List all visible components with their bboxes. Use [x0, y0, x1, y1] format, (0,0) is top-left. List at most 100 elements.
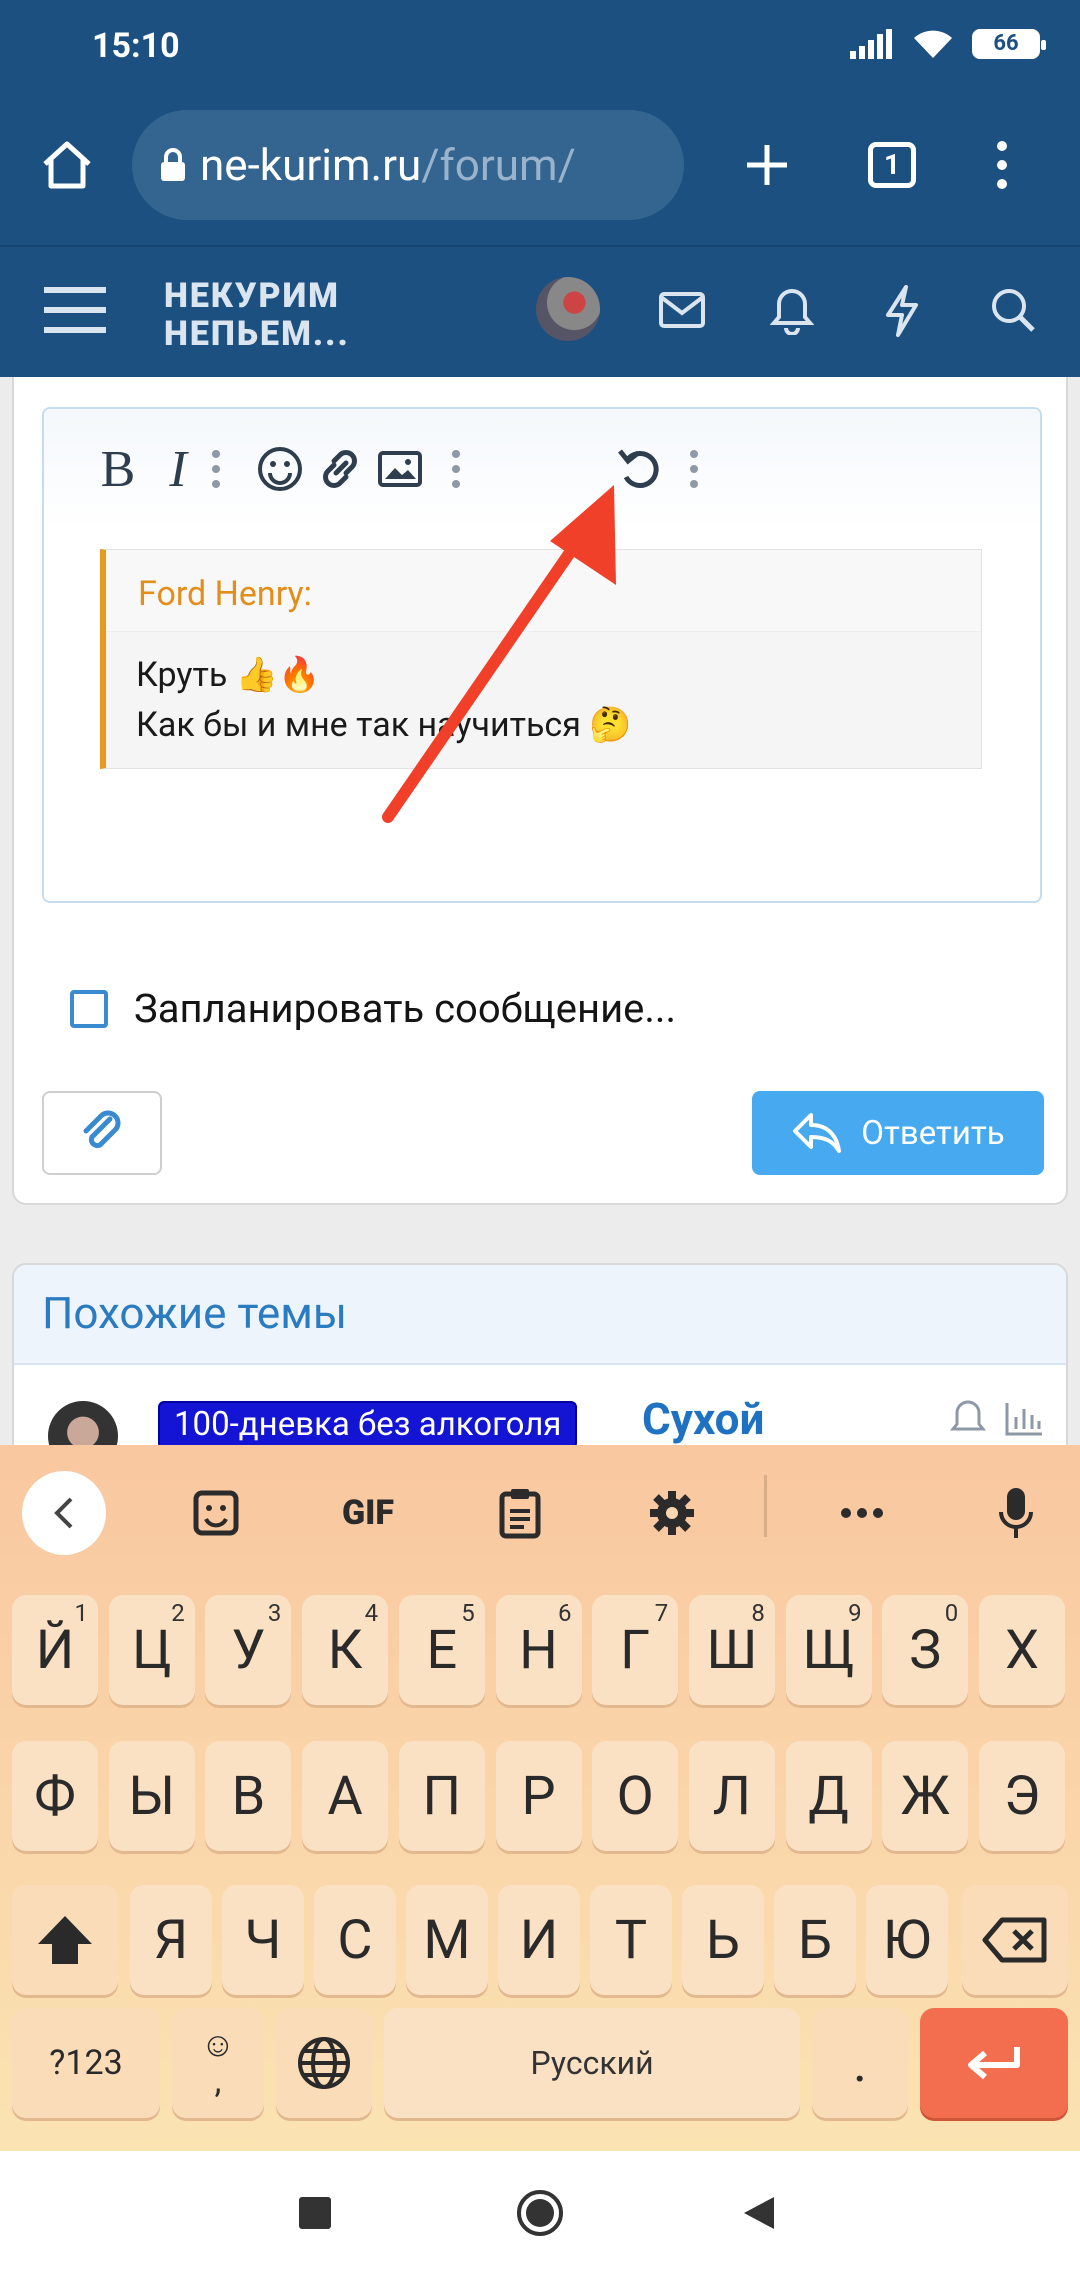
sticker-icon[interactable]	[184, 1481, 248, 1545]
key[interactable]: Ч	[222, 1885, 304, 1995]
gif-label: GIF	[341, 1493, 395, 1533]
lightning-icon[interactable]	[884, 285, 920, 337]
key-number-hint: 7	[654, 1599, 669, 1627]
schedule-label: Запланировать сообщение...	[134, 985, 677, 1032]
key[interactable]: Ю	[866, 1885, 948, 1995]
user-avatar[interactable]	[536, 277, 600, 341]
key-number-hint: 1	[74, 1599, 89, 1627]
back-nav-icon[interactable]	[742, 2195, 776, 2231]
microphone-icon[interactable]	[984, 1481, 1048, 1545]
bell-icon[interactable]	[770, 287, 814, 335]
symbols-key[interactable]: ?123	[12, 2008, 160, 2118]
tab-switcher-button[interactable]: 1	[868, 142, 916, 188]
hamburger-menu-icon[interactable]	[44, 285, 106, 335]
key[interactable]: Ы	[108, 1741, 195, 1851]
url-bar[interactable]: ne-kurim.ru/forum/	[132, 110, 684, 220]
more-options-icon[interactable]	[664, 439, 724, 499]
home-button-icon[interactable]	[516, 2189, 564, 2237]
key[interactable]: И	[498, 1885, 580, 1995]
reply-icon	[793, 1113, 842, 1153]
lock-icon	[161, 148, 185, 181]
key[interactable]: М	[406, 1885, 488, 1995]
key[interactable]: Я	[130, 1885, 212, 1995]
shift-icon	[38, 1916, 92, 1964]
new-tab-icon[interactable]	[744, 142, 790, 188]
emoji-key[interactable]: ☺ ,	[172, 2008, 264, 2118]
key[interactable]: А	[302, 1741, 389, 1851]
key[interactable]: З0	[882, 1595, 969, 1705]
key[interactable]: Т	[590, 1885, 672, 1995]
key-number-hint: 0	[944, 1599, 959, 1627]
battery-indicator: 66	[972, 29, 1046, 59]
wifi-icon	[914, 30, 952, 58]
reply-button[interactable]: Ответить	[752, 1091, 1044, 1175]
key[interactable]: Ф	[12, 1741, 98, 1851]
key[interactable]: Н6	[495, 1595, 582, 1705]
enter-key[interactable]	[920, 2008, 1068, 2118]
more-icon[interactable]	[830, 1481, 894, 1545]
schedule-option[interactable]: Запланировать сообщение...	[70, 985, 676, 1032]
logo-line-2: НЕПЬЕМ...	[164, 314, 350, 354]
thread-title[interactable]: Сухой	[642, 1393, 764, 1445]
backspace-key[interactable]	[962, 1885, 1068, 1995]
enter-icon	[968, 2047, 1020, 2080]
key[interactable]: О	[592, 1741, 679, 1851]
search-icon[interactable]	[990, 287, 1036, 333]
key[interactable]: К4	[302, 1595, 389, 1705]
key[interactable]: Е5	[398, 1595, 485, 1705]
url-text: ne-kurim.ru/forum/	[200, 139, 576, 191]
paperclip-icon	[83, 1110, 121, 1149]
smiley-icon[interactable]	[250, 439, 310, 499]
bold-icon[interactable]: B	[88, 439, 148, 499]
key[interactable]: П	[398, 1741, 485, 1851]
key[interactable]: Ь	[682, 1885, 764, 1995]
key-number-hint: 5	[461, 1599, 475, 1627]
link-icon[interactable]	[310, 439, 370, 499]
key[interactable]: Б	[774, 1885, 856, 1995]
bell-icon[interactable]	[950, 1399, 986, 1439]
toolbar-divider	[764, 1475, 767, 1537]
home-icon[interactable]	[40, 140, 94, 190]
gif-button[interactable]: GIF	[336, 1481, 400, 1545]
key[interactable]: Л	[688, 1741, 775, 1851]
shift-key[interactable]	[12, 1885, 118, 1995]
url-path: /forum/	[421, 139, 576, 191]
key[interactable]: Г7	[592, 1595, 679, 1705]
key[interactable]: Щ9	[785, 1595, 872, 1705]
keyboard-back-button[interactable]	[22, 1471, 106, 1555]
similar-threads-heading: Похожие темы	[14, 1265, 1066, 1365]
forum-logo[interactable]: НЕКУРИМ НЕПЬЕМ...	[164, 277, 350, 353]
key-number-hint: 2	[171, 1599, 185, 1627]
stats-icon[interactable]	[1004, 1401, 1044, 1437]
recents-icon[interactable]	[298, 2196, 332, 2230]
clipboard-icon[interactable]	[488, 1481, 552, 1545]
schedule-checkbox[interactable]	[70, 989, 108, 1028]
more-format-icon[interactable]	[186, 439, 246, 499]
settings-gear-icon[interactable]	[640, 1481, 704, 1545]
period-key[interactable]: .	[812, 2008, 908, 2118]
key[interactable]: Ш8	[688, 1595, 775, 1705]
space-key[interactable]: Русский	[384, 2008, 800, 2118]
chevron-left-icon	[54, 1497, 73, 1529]
backspace-icon	[982, 1917, 1047, 1963]
key[interactable]: Р	[495, 1741, 582, 1851]
forum-header: НЕКУРИМ НЕПЬЕМ...	[0, 245, 1080, 377]
browser-menu-icon[interactable]	[995, 140, 1009, 190]
key[interactable]: С	[314, 1885, 396, 1995]
url-host: ne-kurim.ru	[200, 139, 422, 191]
attach-button[interactable]	[42, 1091, 162, 1175]
key[interactable]: Й1	[12, 1595, 98, 1705]
key[interactable]: В	[205, 1741, 292, 1851]
key[interactable]: Х	[979, 1595, 1065, 1705]
thread-avatar[interactable]	[48, 1401, 118, 1445]
key[interactable]: Ж	[882, 1741, 969, 1851]
mail-icon[interactable]	[658, 291, 706, 329]
key[interactable]: Ц2	[108, 1595, 195, 1705]
key[interactable]: У3	[205, 1595, 292, 1705]
language-key[interactable]	[276, 2008, 372, 2118]
key[interactable]: Д	[785, 1741, 872, 1851]
key[interactable]: Э	[979, 1741, 1065, 1851]
thread-prefix-badge[interactable]: 100-дневка без алкоголя	[158, 1401, 578, 1445]
browser-toolbar: 15:10 66 ne-kurim.ru/forum/ 1	[0, 0, 1080, 245]
status-icons: 66	[850, 28, 1046, 60]
